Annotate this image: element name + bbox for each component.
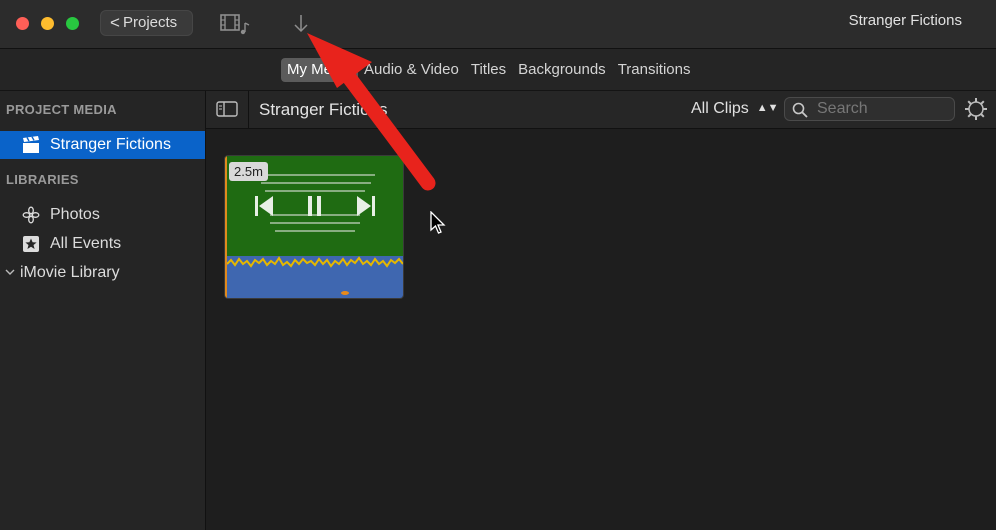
clips-filter-value: All Clips (691, 100, 749, 117)
clip-audio-waveform (225, 256, 403, 298)
waveform-graphic (226, 256, 403, 295)
close-window-button[interactable] (16, 17, 29, 30)
clip-selection-edge (225, 156, 227, 298)
clip-duration-badge: 2.5m (229, 162, 268, 181)
sidebar-item-stranger-fictions[interactable]: Stranger Fictions (0, 131, 205, 159)
sidebar-item-all-events[interactable]: All Events (0, 230, 205, 258)
chevron-down-icon[interactable] (5, 263, 15, 281)
tab-my-media[interactable]: My Media (281, 58, 359, 82)
sidebar-item-label: Stranger Fictions (50, 136, 171, 153)
projects-back-button[interactable]: < Projects (100, 10, 193, 36)
zoom-window-button[interactable] (66, 17, 79, 30)
star-icon (23, 236, 39, 252)
search-input[interactable] (784, 97, 955, 121)
preview-text-line (261, 182, 371, 184)
projects-back-label: Projects (123, 14, 178, 31)
video-clip-thumbnail[interactable]: 2.5m (224, 155, 404, 299)
minimize-window-button[interactable] (41, 17, 54, 30)
project-media-header: PROJECT MEDIA (6, 102, 117, 117)
title-bar: < Projects Stranger Fictions (0, 0, 996, 49)
sidebar-item-photos[interactable]: Photos (0, 201, 205, 229)
import-icon[interactable] (292, 12, 310, 34)
tab-transitions[interactable]: Transitions (612, 58, 697, 82)
libraries-sidebar: PROJECT MEDIA Stranger Fictions LIBRARIE… (0, 91, 206, 530)
preview-text-line (275, 230, 355, 232)
sidebar-item-label: iMovie Library (20, 264, 120, 281)
gear-icon[interactable] (964, 97, 988, 121)
toolbar-divider (248, 91, 249, 128)
media-browser-icon[interactable] (220, 13, 252, 35)
tab-audio-video[interactable]: Audio & Video (358, 58, 465, 82)
sidebar-item-label: Photos (50, 206, 100, 223)
browser-title: Stranger Fictions (259, 100, 388, 119)
clapper-icon (23, 136, 39, 153)
tab-titles[interactable]: Titles (465, 58, 512, 82)
sidebar-item-label: All Events (50, 235, 122, 252)
playback-controls-icon (255, 196, 375, 216)
flower-icon (22, 206, 40, 224)
window-title: Stranger Fictions (848, 12, 962, 29)
mouse-cursor-icon (430, 211, 446, 234)
preview-text-line (265, 190, 365, 192)
up-down-arrows-icon: ▲▼ (756, 102, 779, 114)
browser-toolbar: Stranger Fictions All Clips ▲▼ (206, 91, 996, 129)
search-icon (792, 102, 808, 118)
preview-text-line (255, 174, 375, 176)
sidebar-toggle-icon[interactable] (216, 101, 238, 117)
chevron-left-icon: < (110, 13, 120, 32)
preview-text-line (270, 222, 360, 224)
clips-filter-select[interactable]: All Clips ▲▼ (691, 100, 779, 118)
clip-video-thumbnail: 2.5m (225, 156, 403, 256)
browser-tab-bar: My Media Audio & Video Titles Background… (0, 49, 996, 91)
sidebar-item-imovie-library[interactable]: iMovie Library (0, 259, 205, 287)
tab-backgrounds[interactable]: Backgrounds (512, 58, 612, 82)
libraries-header: LIBRARIES (6, 172, 79, 187)
